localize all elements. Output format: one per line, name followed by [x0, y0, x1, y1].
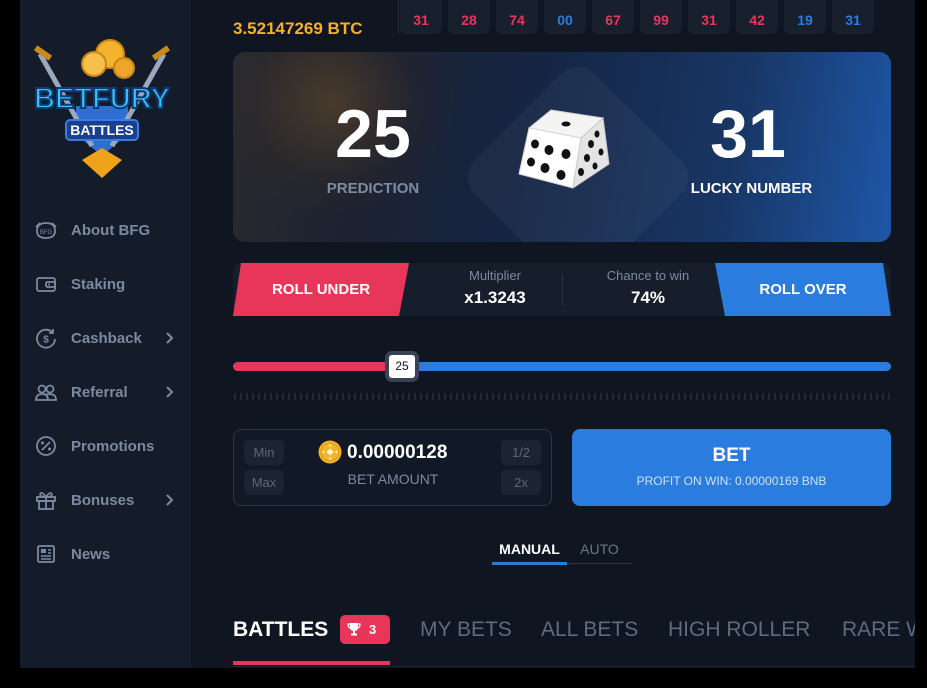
sidebar-item-staking[interactable]: Staking	[20, 266, 191, 302]
history-chip: 00	[544, 0, 586, 34]
roll-controls: ROLL UNDER Multiplier x1.3243 Chance to …	[233, 263, 891, 316]
bet-amount-box: Min Max 0.00000128 BET AMOUNT 1/2 2x	[233, 429, 552, 506]
chance-caption: Chance to win	[606, 268, 690, 283]
max-button[interactable]: Max	[244, 470, 284, 495]
sidebar-item-label: News	[71, 546, 111, 563]
tab-all-bets[interactable]: ALL BETS	[541, 618, 638, 642]
roll-under-label: ROLL UNDER	[271, 281, 371, 298]
active-mode-indicator	[492, 562, 567, 565]
slider-track-over[interactable]	[401, 362, 891, 371]
history-chip: 74	[496, 0, 538, 34]
tab-rare-wins[interactable]: RARE W	[842, 618, 915, 642]
users-icon	[35, 384, 57, 401]
multiplier-caption: Multiplier	[468, 268, 521, 283]
app-window: BETFURY BATTLES BFG About BFG Staking $ …	[20, 0, 915, 668]
svg-text:BATTLES: BATTLES	[70, 122, 134, 138]
history-chip: 19	[784, 0, 826, 34]
dice-icon	[518, 109, 610, 190]
newspaper-icon	[37, 545, 55, 563]
bet-button[interactable]: BET PROFIT ON WIN: 0.00000169 BNB	[572, 429, 891, 506]
slider-track-under[interactable]	[233, 362, 401, 371]
sidebar-item-label: Referral	[71, 384, 128, 401]
sidebar-item-promotions[interactable]: Promotions	[20, 428, 191, 464]
history-chip: 31	[832, 0, 874, 34]
balance-display: 3.52147269 BTC	[233, 19, 363, 38]
prediction-value: 25	[335, 96, 411, 172]
wallet-icon	[36, 277, 56, 292]
bet-button-label: BET	[712, 445, 751, 466]
bottom-tabs-baseline	[233, 666, 915, 667]
history-chip: 67	[592, 0, 634, 34]
chevron-right-icon	[166, 494, 174, 506]
roll-over-label: ROLL OVER	[759, 281, 847, 298]
cashback-icon: $	[36, 328, 56, 349]
tab-high-roller[interactable]: HIGH ROLLER	[668, 618, 810, 642]
sidebar-item-label: Cashback	[71, 330, 142, 347]
half-button[interactable]: 1/2	[501, 440, 541, 465]
lucky-number-label: LUCKY NUMBER	[690, 180, 813, 197]
sidebar-item-cashback[interactable]: $ Cashback	[20, 320, 191, 356]
sidebar-item-label: Staking	[71, 276, 126, 293]
svg-text:$: $	[43, 335, 49, 346]
gift-icon	[36, 492, 56, 510]
double-button[interactable]: 2x	[501, 470, 541, 495]
bet-amount-input[interactable]: 0.00000128	[347, 442, 447, 464]
stat-divider	[562, 274, 563, 306]
roll-over-button[interactable]: ROLL OVER	[715, 263, 891, 316]
battles-count: 3	[369, 622, 377, 637]
bnb-coin-icon	[318, 440, 342, 464]
sidebar: BETFURY BATTLES BFG About BFG Staking $ …	[20, 0, 191, 668]
history-chip: 99	[640, 0, 682, 34]
percent-icon	[36, 436, 56, 456]
betfury-battles-logo[interactable]: BETFURY BATTLES	[32, 36, 172, 181]
battles-count-badge: 3	[340, 615, 390, 644]
chevron-right-icon	[166, 332, 174, 344]
history-chip: 31	[400, 0, 442, 34]
history-chip: 42	[736, 0, 778, 34]
multiplier-value[interactable]: x1.3243	[435, 288, 555, 308]
tab-battles[interactable]: BATTLES	[233, 618, 328, 642]
sidebar-item-bonuses[interactable]: Bonuses	[20, 482, 191, 518]
history-chip: 28	[448, 0, 490, 34]
sidebar-item-label: Bonuses	[71, 492, 135, 509]
slider-thumb[interactable]: 25	[385, 351, 419, 382]
history-chip: 31	[688, 0, 730, 34]
chevron-right-icon	[166, 386, 174, 398]
trophy-icon	[347, 623, 361, 636]
svg-text:BFG: BFG	[40, 230, 53, 236]
sidebar-item-referral[interactable]: Referral	[20, 374, 191, 410]
bfg-coin-icon: BFG	[35, 222, 57, 239]
roll-under-button[interactable]: ROLL UNDER	[233, 263, 409, 316]
prediction-label: PREDICTION	[326, 180, 420, 197]
tab-my-bets[interactable]: MY BETS	[420, 618, 512, 642]
active-tab-indicator	[233, 661, 390, 665]
sidebar-item-about-bfg[interactable]: BFG About BFG	[20, 212, 191, 248]
bet-amount-label: BET AMOUNT	[347, 471, 439, 487]
chance-value[interactable]: 74%	[578, 288, 718, 308]
lucky-number-value: 31	[710, 96, 786, 172]
dice-result-panel: 25 PREDICTION 31 LUCKY NUMBER	[233, 52, 891, 242]
sidebar-item-news[interactable]: News	[20, 536, 191, 572]
sidebar-item-label: Promotions	[71, 438, 155, 455]
min-button[interactable]: Min	[244, 440, 284, 465]
svg-text:BETFURY: BETFURY	[34, 83, 170, 115]
history-divider	[398, 0, 399, 34]
slider-ticks	[234, 393, 890, 400]
tab-auto[interactable]: AUTO	[567, 541, 632, 565]
sidebar-item-label: About BFG	[71, 222, 151, 239]
profit-on-win: PROFIT ON WIN: 0.00000169 BNB	[636, 474, 827, 488]
